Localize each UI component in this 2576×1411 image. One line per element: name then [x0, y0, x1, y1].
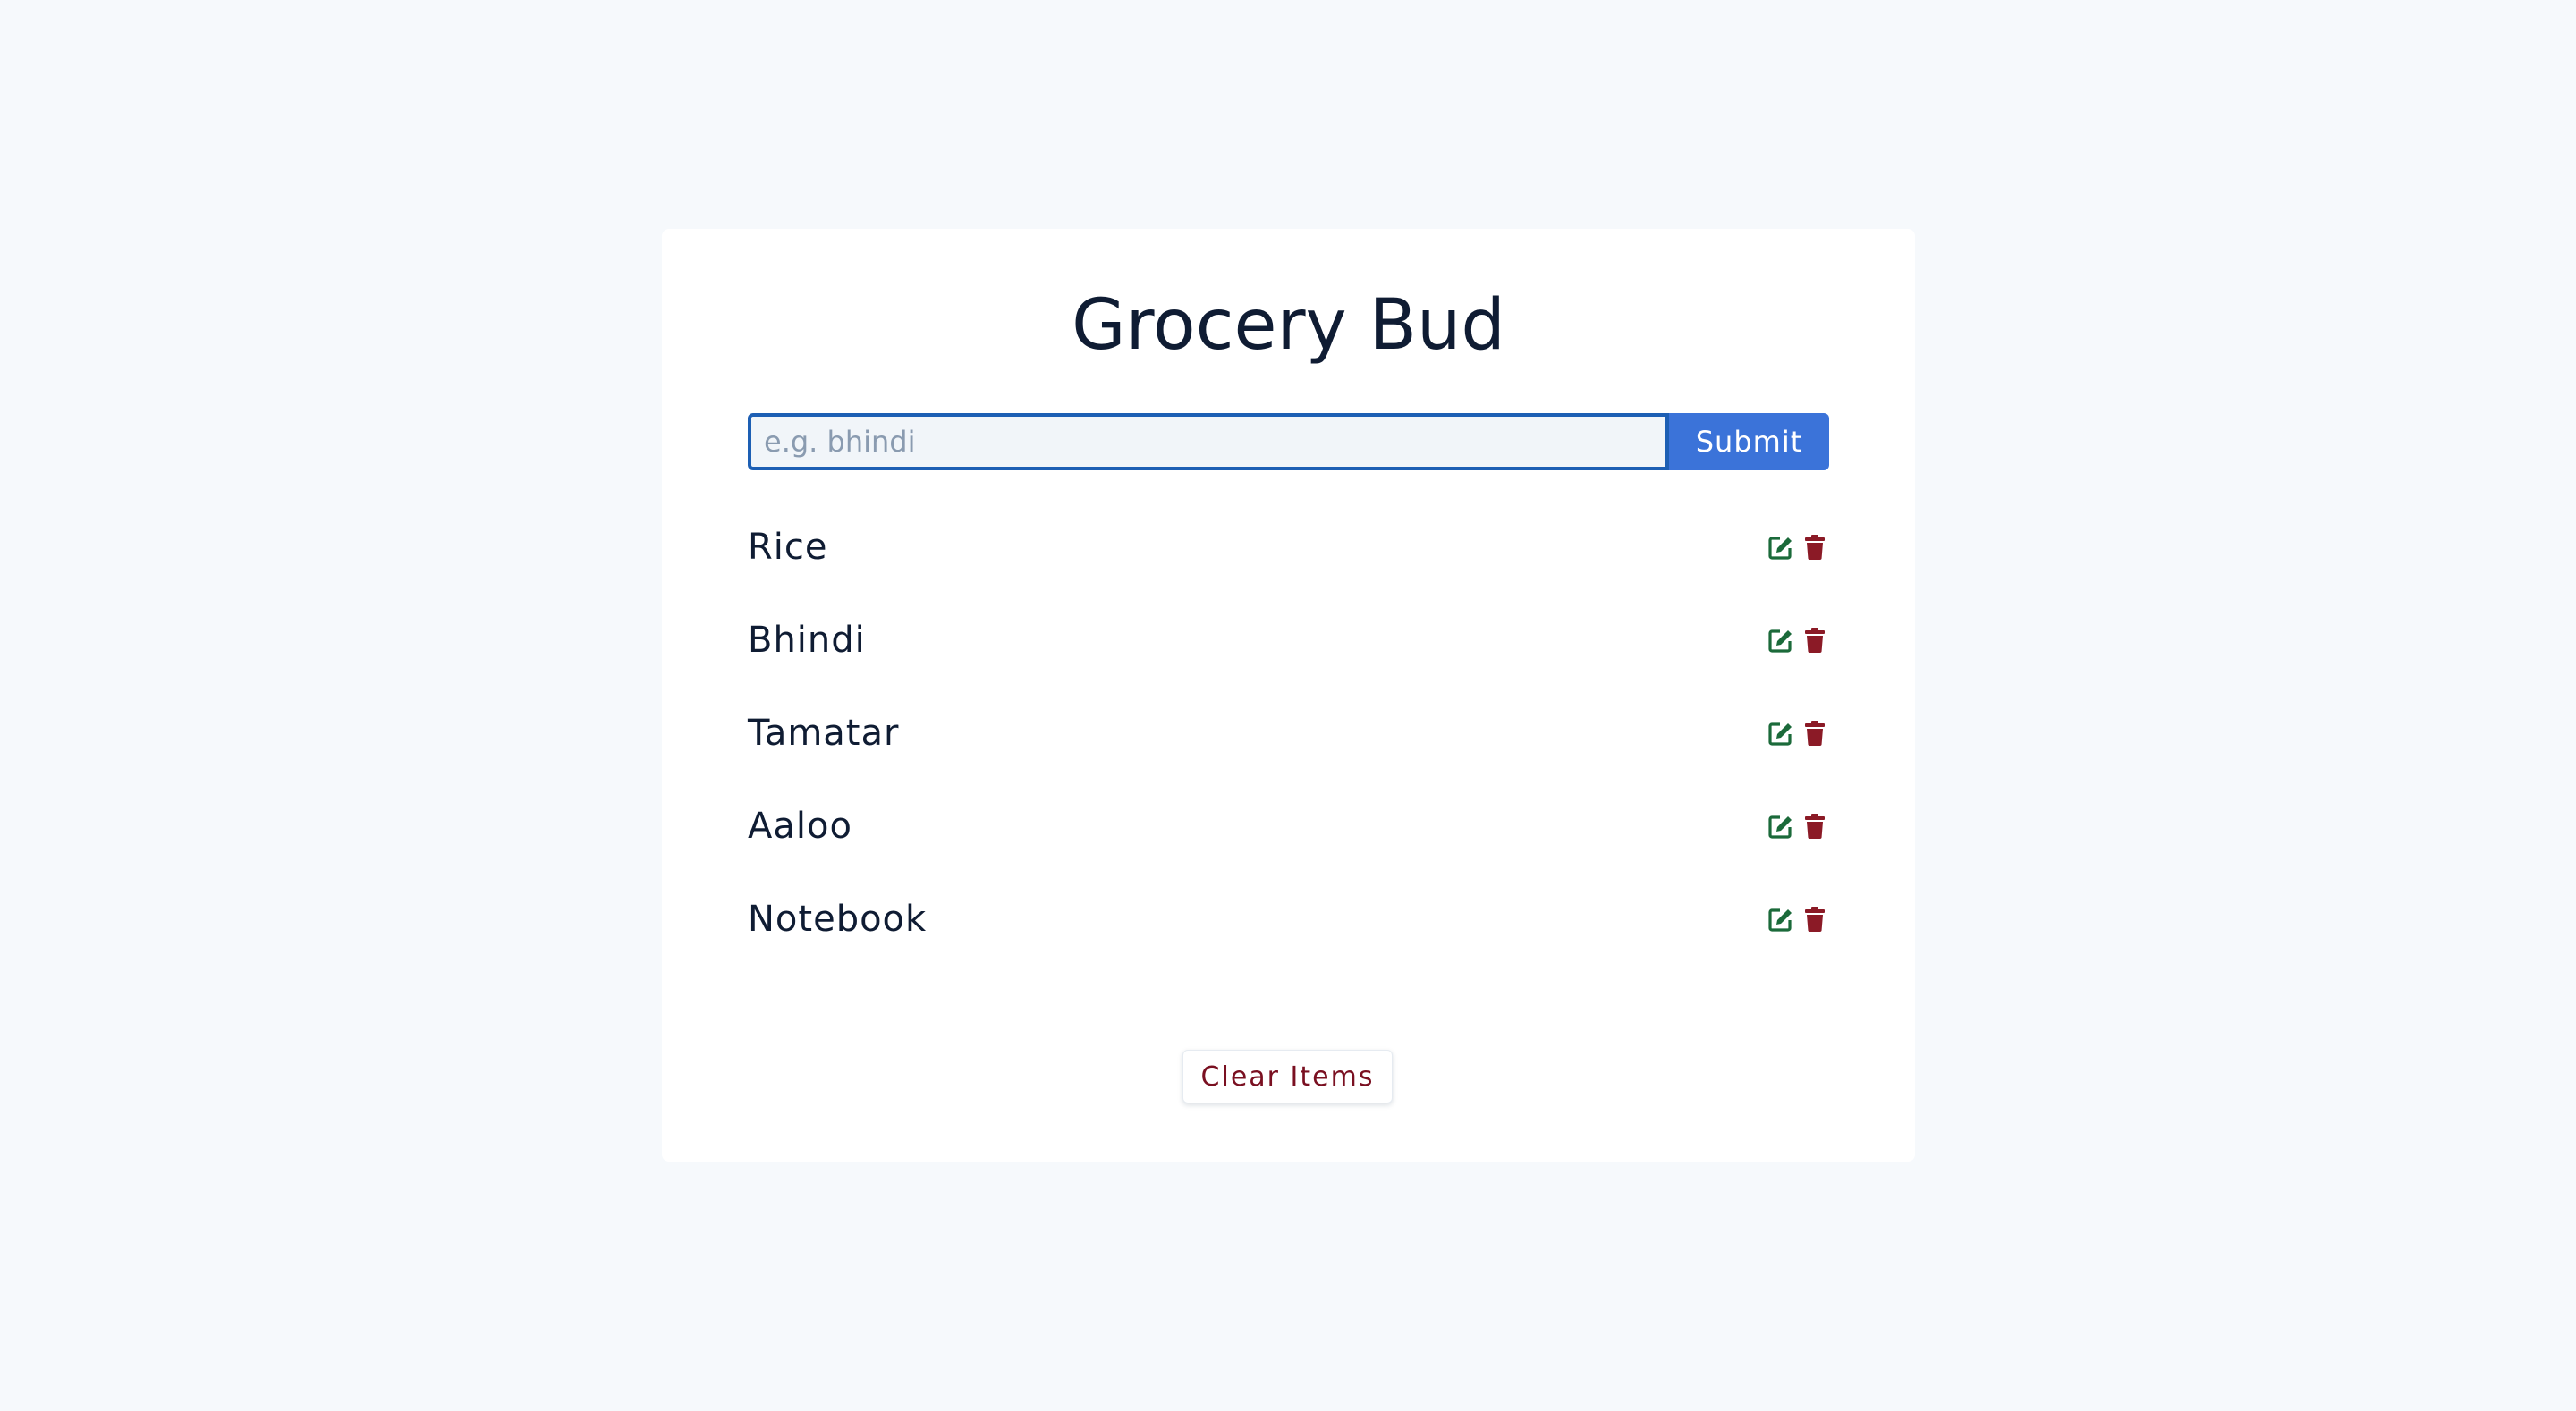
edit-button[interactable] [1767, 626, 1795, 655]
item-actions [1767, 796, 1829, 857]
edit-button[interactable] [1767, 812, 1795, 841]
item-name: Notebook [748, 899, 928, 940]
delete-button[interactable] [1801, 626, 1829, 655]
edit-button[interactable] [1767, 719, 1795, 748]
list-item: Notebook [748, 889, 1829, 982]
trash-icon [1805, 721, 1825, 746]
edit-icon [1768, 537, 1792, 560]
submit-button[interactable]: Submit [1669, 413, 1829, 470]
list-item: Tamatar [748, 703, 1829, 796]
edit-icon [1768, 722, 1792, 746]
item-actions [1767, 610, 1829, 671]
trash-icon [1805, 535, 1825, 560]
item-name: Bhindi [748, 620, 866, 661]
clear-items-button[interactable]: Clear Items [1182, 1050, 1393, 1103]
grocery-list: Rice Bhindi Tamatar Aaloo Notebook [748, 517, 1829, 982]
trash-icon [1805, 907, 1825, 932]
grocery-card: Grocery Bud Submit Rice [662, 229, 1915, 1162]
trash-icon [1805, 814, 1825, 839]
delete-button[interactable] [1801, 812, 1829, 841]
edit-button[interactable] [1767, 533, 1795, 562]
edit-button[interactable] [1767, 905, 1795, 934]
edit-icon [1768, 908, 1792, 932]
item-actions [1767, 889, 1829, 950]
item-actions [1767, 703, 1829, 764]
delete-button[interactable] [1801, 533, 1829, 562]
item-name: Rice [748, 527, 828, 568]
list-item: Aaloo [748, 796, 1829, 889]
grocery-input[interactable] [748, 413, 1669, 470]
edit-icon [1768, 629, 1792, 653]
item-name: Aaloo [748, 806, 852, 847]
list-item: Bhindi [748, 610, 1829, 703]
trash-icon [1805, 628, 1825, 653]
edit-icon [1768, 815, 1792, 839]
delete-button[interactable] [1801, 719, 1829, 748]
page-title: Grocery Bud [1072, 285, 1505, 366]
delete-button[interactable] [1801, 905, 1829, 934]
grocery-form: Submit [748, 413, 1829, 470]
item-actions [1767, 517, 1829, 578]
item-name: Tamatar [748, 713, 900, 754]
list-item: Rice [748, 517, 1829, 610]
